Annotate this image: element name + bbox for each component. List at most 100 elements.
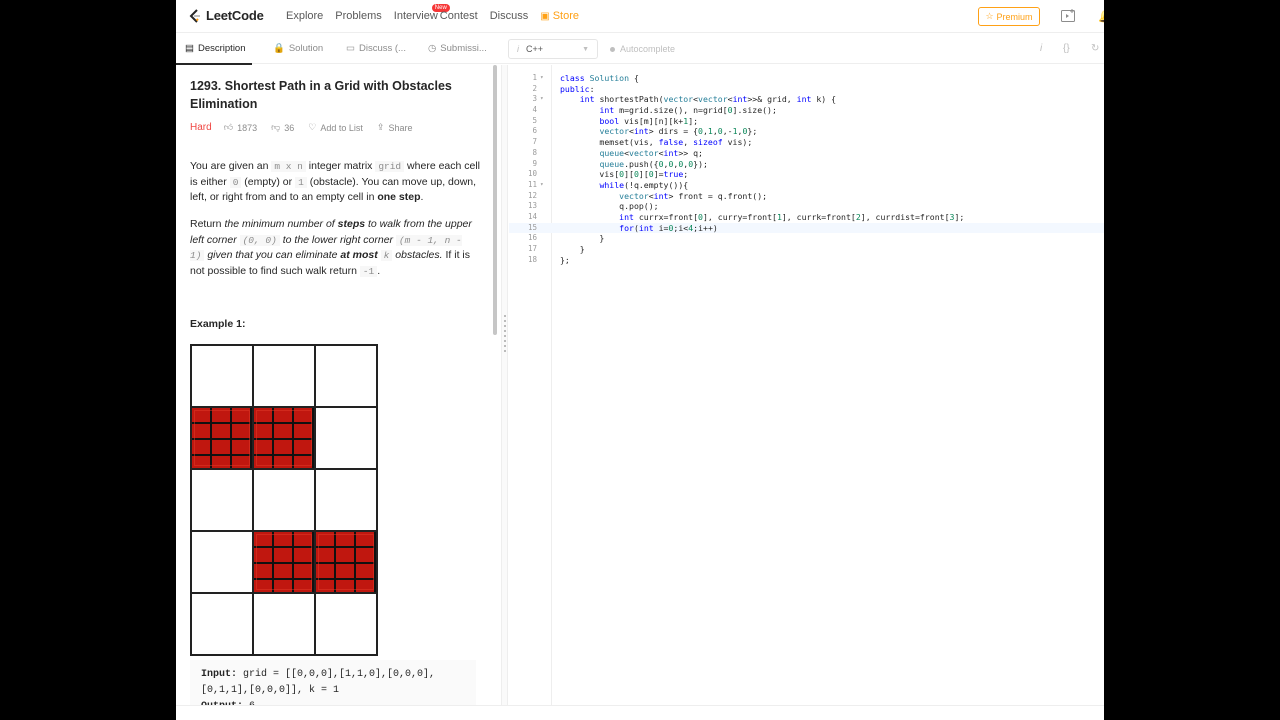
grid-cell-empty xyxy=(191,345,253,407)
nav-interview-label: Interview xyxy=(393,10,438,22)
inline-code: k xyxy=(380,250,393,261)
line-number: 11 xyxy=(527,179,537,189)
inline-code: (0, 0) xyxy=(239,234,280,246)
description-scrollbar[interactable] xyxy=(493,65,497,335)
code-line[interactable]: 10 vis[0][0][0]=true; xyxy=(509,169,1104,180)
reset-icon[interactable]: ↻ xyxy=(1091,43,1099,54)
line-number: 18 xyxy=(527,254,537,264)
nav-explore[interactable]: Explore xyxy=(286,10,323,22)
line-number: 1 xyxy=(532,73,537,82)
code-text: bool vis[m][n][k+1]; xyxy=(599,115,699,126)
store-icon: ▣ xyxy=(540,10,550,22)
code-line[interactable]: 11 ▾ while(!q.empty()){ xyxy=(509,180,1104,191)
tab-solution[interactable]: 🔒 Solution xyxy=(273,43,323,54)
code-text: q.pop(); xyxy=(560,201,659,212)
text: . xyxy=(377,264,381,277)
fold-toggle-icon[interactable]: ▾ xyxy=(540,94,544,105)
like-button[interactable]: 👍︎ 1873 xyxy=(224,122,257,133)
clock-icon: ◷ xyxy=(428,43,437,54)
code-editor[interactable]: 1 ▾ class Solution {2 public: 3 ▾ int shortes… xyxy=(509,65,1104,705)
nav-interview[interactable]: Interview New xyxy=(393,4,450,22)
description-pane: 1293. Shortest Path in a Grid with Obsta… xyxy=(176,65,501,720)
code-text: memset(vis, false, sizeof vis); xyxy=(560,137,753,148)
tab-description[interactable]: ▤ Description xyxy=(185,43,246,54)
code-line[interactable]: 8 queue<vector<int>> q; xyxy=(509,148,1104,159)
toggle-dot-icon xyxy=(610,46,615,52)
text: to the lower right corner xyxy=(279,233,396,246)
code-text: int shortestPath(vector<vector<int>>& gr… xyxy=(579,94,837,105)
tab-submissions[interactable]: ◷ Submissi... xyxy=(428,43,487,54)
playground-icon[interactable] xyxy=(1060,8,1076,24)
line-number: 5 xyxy=(532,115,537,125)
code-lines[interactable]: 1 ▾ class Solution {2 public: 3 ▾ int shortes… xyxy=(509,73,1104,265)
premium-button[interactable]: ☆ Premium xyxy=(978,7,1040,26)
line-number: 14 xyxy=(527,211,537,221)
inline-code: -1 xyxy=(359,265,378,277)
lock-icon: 🔒 xyxy=(273,43,285,54)
code-line[interactable]: 12 vector<int> front = q.front(); xyxy=(509,191,1104,202)
code-text: int m=grid.size(), n=grid[0].size(); xyxy=(599,105,777,116)
notification-icon[interactable]: 🔔 xyxy=(1098,8,1104,24)
code-line[interactable]: 1 ▾ class Solution { xyxy=(509,73,1104,84)
text: Return xyxy=(190,218,225,230)
code-line[interactable]: 13 q.pop(); xyxy=(509,201,1104,212)
nav-contest[interactable]: Contest xyxy=(440,10,478,22)
code-line[interactable]: 5 bool vis[m][n][k+1]; xyxy=(509,116,1104,127)
code-line[interactable]: 6 vector<int> dirs = {0,1,0,-1,0}; xyxy=(509,126,1104,137)
panel-toolbar: ▤ Description 🔒 Solution ▭ Discuss (... … xyxy=(176,34,1104,65)
logo[interactable]: LeetCode xyxy=(188,8,264,23)
difficulty-badge: Hard xyxy=(190,122,212,133)
code-line[interactable]: 4 int m=grid.size(), n=grid[0].size(); xyxy=(509,105,1104,116)
likes-count: 1873 xyxy=(237,122,258,133)
fold-toggle-icon[interactable]: ▾ xyxy=(540,180,544,191)
add-to-list-button[interactable]: ♡ Add to List xyxy=(308,122,363,133)
bold-text: one step xyxy=(377,191,421,203)
code-text: vis[0][0][0]=true; xyxy=(560,169,689,180)
code-line[interactable]: 3 ▾ int shortestPath(vector<vector<int>>&… xyxy=(509,94,1104,105)
pane-resize-handle[interactable] xyxy=(501,65,508,720)
code-line[interactable]: 15 for(int i=0;i<4;i++) xyxy=(509,222,1104,234)
info-icon[interactable]: i xyxy=(1040,43,1042,54)
thumbs-down-icon: 👎︎ xyxy=(271,122,281,132)
code-line[interactable]: 14 int currx=front[0], curry=front[1], c… xyxy=(509,212,1104,223)
code-line[interactable]: 9 queue.push({0,0,0,0}); xyxy=(509,159,1104,170)
code-text: public: xyxy=(560,83,595,94)
inline-code: m x n xyxy=(271,161,306,172)
code-text: vector<int> front = q.front(); xyxy=(619,190,768,201)
line-number: 10 xyxy=(527,169,537,179)
dislike-button[interactable]: 👎︎ 36 xyxy=(271,122,294,133)
chevron-down-icon: ▼ xyxy=(582,45,589,53)
code-line[interactable]: 7 memset(vis, false, sizeof vis); xyxy=(509,137,1104,148)
nav-links: Explore Problems Interview New Contest Di… xyxy=(286,4,591,22)
description-icon: ▤ xyxy=(185,43,194,54)
logo-text: LeetCode xyxy=(206,8,264,23)
heart-icon: ♡ xyxy=(308,122,317,132)
line-number: 16 xyxy=(527,233,537,243)
code-text: int currx=front[0], curry=front[1], curr… xyxy=(619,211,965,222)
code-text: class Solution { xyxy=(560,73,639,83)
bold-text: at most xyxy=(340,249,378,261)
fold-toggle-icon[interactable]: ▾ xyxy=(540,73,544,84)
autocomplete-toggle[interactable]: Autocomplete xyxy=(610,44,675,54)
grid-cell-empty xyxy=(315,407,377,469)
code-line[interactable]: 16 } xyxy=(509,233,1104,244)
grid-cell-obstacle xyxy=(253,531,315,593)
code-line[interactable]: 17 } xyxy=(509,244,1104,255)
line-number: 2 xyxy=(532,83,537,93)
braces-icon[interactable]: {} xyxy=(1063,43,1070,54)
tab-discuss[interactable]: ▭ Discuss (... xyxy=(346,43,406,54)
bottom-bar xyxy=(176,705,1104,720)
info-icon: i xyxy=(517,44,519,54)
nav-problems[interactable]: Problems xyxy=(335,10,381,22)
example-input-continued: [0,1,1],[0,0,0]], k = 1 xyxy=(201,685,340,696)
code-line[interactable]: 2 public: xyxy=(509,84,1104,95)
inline-code: grid xyxy=(375,161,405,172)
grid-cell-empty xyxy=(253,345,315,407)
share-label: Share xyxy=(388,122,413,133)
nav-discuss[interactable]: Discuss xyxy=(490,10,529,22)
share-button[interactable]: ⇪ Share xyxy=(377,122,413,133)
code-line[interactable]: 18}; xyxy=(509,255,1104,266)
language-select[interactable]: i C++ ▼ xyxy=(508,39,598,59)
thumbs-up-icon: 👍︎ xyxy=(223,122,234,132)
nav-store[interactable]: ▣ Store xyxy=(540,10,579,22)
